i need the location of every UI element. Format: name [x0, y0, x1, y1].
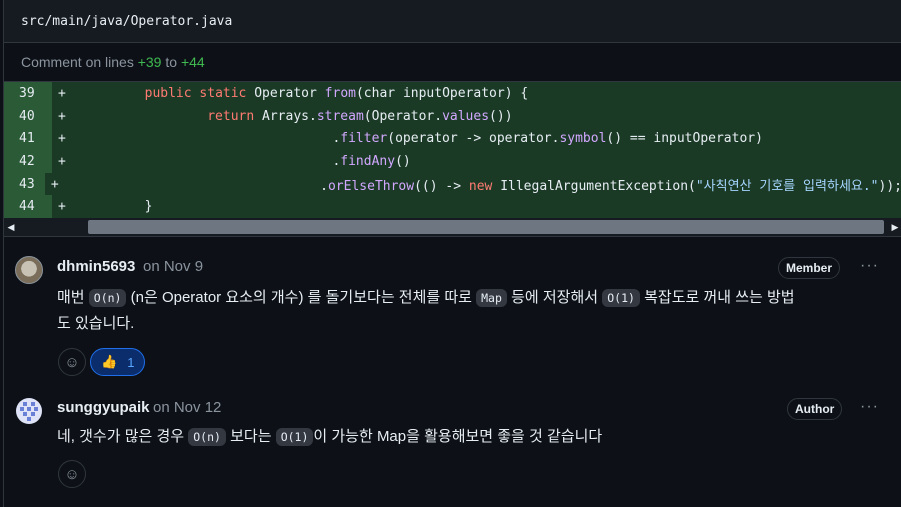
diff-sign: + — [58, 85, 66, 101]
smiley-icon[interactable]: ☺ — [58, 460, 86, 488]
line-number: 43 — [4, 172, 45, 196]
thumbs-up-icon: 👍 — [101, 354, 118, 369]
code-line: 41 + .filter(operator -> operator.symbol… — [4, 127, 901, 151]
diff-sign: + — [58, 131, 66, 147]
file-header: src/main/java/Operator.java — [4, 0, 901, 43]
smiley-icon[interactable]: ☺ — [58, 348, 86, 376]
comment-body: 네, 갯수가 많은 경우 O(n) 보다는 O(1) 이 가능한 Map을 활용해… — [57, 428, 603, 446]
avatar[interactable] — [16, 398, 42, 424]
code-text: .orElseThrow(() -> new IllegalArgumentEx… — [320, 178, 901, 194]
comment-date[interactable]: on Nov 9 — [143, 258, 203, 275]
diff-sign: + — [58, 153, 66, 169]
line-end: +44 — [180, 54, 205, 70]
member-badge: Member — [778, 257, 841, 279]
comment-date[interactable]: on Nov 12 — [153, 399, 221, 416]
horizontal-scrollbar[interactable]: ◀ ▶ — [4, 218, 901, 238]
diff-sign: + — [58, 199, 66, 215]
code-text: public static Operator from(char inputOp… — [144, 85, 529, 101]
line-number: 44 — [4, 195, 52, 219]
identicon-icon — [20, 402, 38, 421]
avatar[interactable] — [15, 256, 43, 284]
line-start: +39 — [137, 54, 162, 70]
triangle-left-icon[interactable]: ◀ — [4, 218, 18, 236]
thumbs-up-reaction[interactable]: 👍 1 — [90, 348, 146, 376]
comment-lines-label: Comment on lines +39 to +44 — [21, 54, 205, 70]
code-line: 40 + return Arrays.stream(Operator.value… — [4, 104, 901, 128]
triangle-right-icon[interactable]: ▶ — [888, 218, 901, 236]
comment-lines-header: Comment on lines +39 to +44 — [4, 43, 901, 82]
code-line: 39 + public static Operator from(char in… — [4, 82, 901, 105]
comment-body: 매번 O(n) (n은 Operator 요소의 개수) 를 돌기보다는 전체를… — [57, 289, 795, 332]
review-thread: src/main/java/Operator.java Comment on l… — [3, 0, 901, 507]
code-text: } — [144, 199, 153, 215]
line-number: 42 — [4, 150, 52, 173]
more-options-icon[interactable]: ··· — [860, 398, 879, 416]
author-badge: Author — [787, 398, 843, 420]
comment-author[interactable]: sunggyupaik — [57, 399, 150, 416]
code-line: 44 + } — [4, 195, 901, 219]
line-number: 41 — [4, 127, 52, 151]
comment-author[interactable]: dhmin5693 — [57, 258, 135, 275]
code-text: .findAny() — [332, 153, 411, 169]
reaction-count: 1 — [127, 354, 135, 370]
code-line: 42 + .findAny() — [4, 150, 901, 173]
diff-sign: + — [58, 108, 66, 124]
line-number: 40 — [4, 104, 52, 128]
code-snippet: 39 + public static Operator from(char in… — [4, 82, 901, 219]
scroll-thumb[interactable] — [88, 220, 884, 235]
code-line: 43 + .orElseThrow(() -> new IllegalArgum… — [4, 172, 901, 196]
more-options-icon[interactable]: ··· — [860, 257, 879, 275]
file-path[interactable]: src/main/java/Operator.java — [21, 14, 232, 29]
code-text: .filter(operator -> operator.symbol() ==… — [332, 131, 763, 147]
code-text: return Arrays.stream(Operator.values()) — [207, 108, 513, 124]
diff-sign: + — [50, 176, 59, 192]
line-number: 39 — [4, 82, 52, 105]
